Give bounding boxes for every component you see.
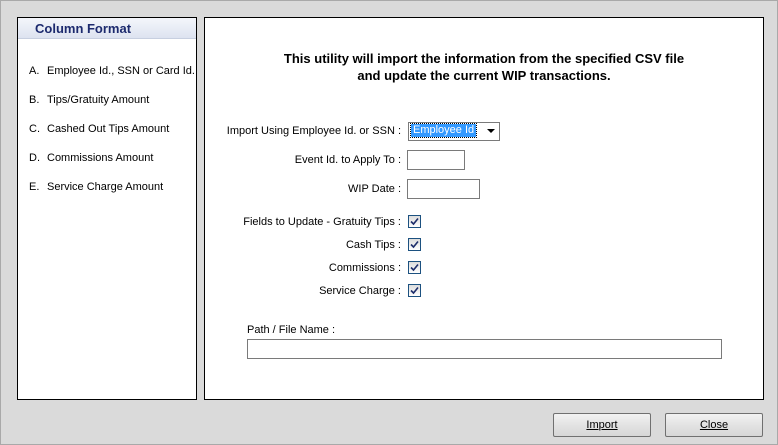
gratuity-tips-checkbox[interactable] <box>408 215 421 228</box>
cash-tips-checkbox[interactable] <box>408 238 421 251</box>
dialog-window: Column Format A. Employee Id., SSN or Car… <box>0 0 778 445</box>
event-id-input[interactable] <box>407 150 465 170</box>
column-letter: A. <box>29 65 40 77</box>
column-letter: C. <box>29 123 40 135</box>
checkmark-icon <box>410 217 419 226</box>
column-label: Tips/Gratuity Amount <box>47 94 150 106</box>
column-letter: D. <box>29 152 40 164</box>
column-format-item: C. Cashed Out Tips Amount <box>29 123 169 135</box>
close-button[interactable]: Close <box>665 413 763 437</box>
column-label: Service Charge Amount <box>47 181 164 193</box>
column-format-item: A. Employee Id., SSN or Card Id. <box>29 65 195 77</box>
checkmark-icon <box>410 286 419 295</box>
column-label: Employee Id., SSN or Card Id. <box>47 65 195 77</box>
page-title: This utility will import the information… <box>205 50 763 84</box>
field-label-commissions: Commissions : <box>328 262 401 274</box>
event-id-label: Event Id. to Apply To : <box>294 154 401 166</box>
import-using-label: Import Using Employee Id. or SSN : <box>226 125 401 137</box>
column-format-item: E. Service Charge Amount <box>29 181 163 193</box>
path-file-name-label: Path / File Name : <box>247 324 336 336</box>
path-file-name-input[interactable] <box>247 339 722 359</box>
column-format-item: D. Commissions Amount <box>29 152 153 164</box>
headline-line-2: and update the current WIP transactions. <box>357 68 611 83</box>
column-letter: B. <box>29 94 40 106</box>
wip-date-label: WIP Date : <box>348 183 401 195</box>
column-format-title: Column Format <box>35 21 132 36</box>
service-charge-checkbox[interactable] <box>408 284 421 297</box>
headline-line-1: This utility will import the information… <box>283 51 685 66</box>
field-label-gratuity-tips: Fields to Update - Gratuity Tips : <box>243 216 401 228</box>
column-format-panel: Column Format A. Employee Id., SSN or Car… <box>17 17 197 400</box>
import-button[interactable]: Import <box>553 413 651 437</box>
column-label: Commissions Amount <box>47 152 154 164</box>
chevron-down-icon[interactable] <box>487 129 495 133</box>
column-format-header: Column Format <box>18 18 196 39</box>
checkmark-icon <box>410 240 419 249</box>
checkmark-icon <box>410 263 419 272</box>
import-using-select[interactable]: Employee Id <box>408 122 500 141</box>
import-options-panel: This utility will import the information… <box>204 17 764 400</box>
column-label: Cashed Out Tips Amount <box>47 123 170 135</box>
field-label-service-charge: Service Charge : <box>319 285 401 297</box>
field-label-cash-tips: Cash Tips : <box>345 239 401 251</box>
column-format-item: B. Tips/Gratuity Amount <box>29 94 149 106</box>
wip-date-input[interactable] <box>407 179 480 199</box>
commissions-checkbox[interactable] <box>408 261 421 274</box>
column-letter: E. <box>29 181 40 193</box>
import-using-selected-value: Employee Id <box>409 123 478 138</box>
